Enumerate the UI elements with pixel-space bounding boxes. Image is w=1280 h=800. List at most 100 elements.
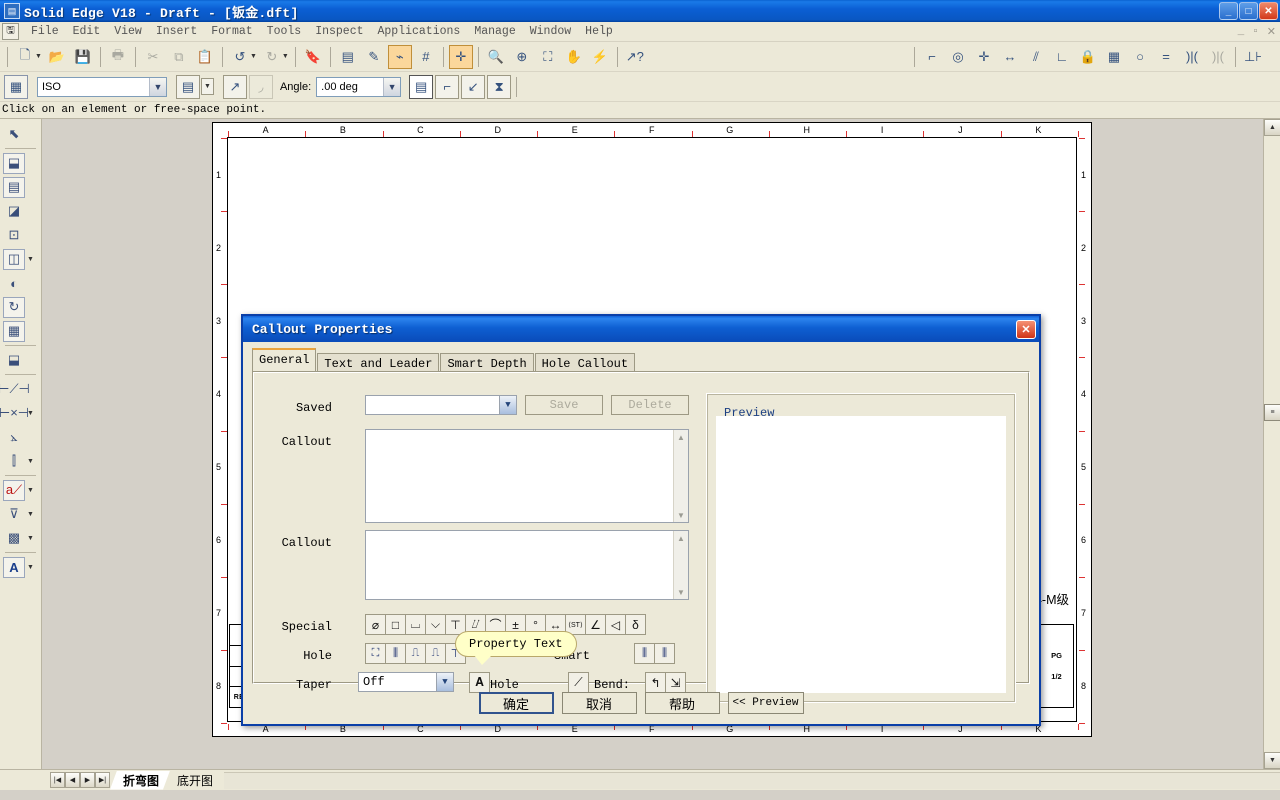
close-button[interactable]: ✕ <box>1259 2 1278 20</box>
vertical-scrollbar[interactable]: ▲ ▼ ≡ <box>1263 119 1280 769</box>
menu-inspect[interactable]: Inspect <box>308 23 370 40</box>
leader-line-icon[interactable]: ↗ <box>222 74 247 99</box>
section-view-icon[interactable]: ◫ <box>3 248 25 270</box>
properties-icon[interactable]: ✎ <box>362 45 386 69</box>
left-tool-part-list[interactable]: ▤ <box>0 175 41 199</box>
tangent-icon[interactable]: ○ <box>1128 45 1152 69</box>
saved-select[interactable]: ▼ <box>365 395 517 415</box>
help-button[interactable]: 帮助 <box>644 692 720 714</box>
doc-close-button[interactable]: ✕ <box>1263 25 1280 39</box>
ok-button[interactable]: 确定 <box>478 692 554 714</box>
angle-between-icon[interactable]: ⦛ <box>3 427 25 448</box>
pan-icon[interactable]: ✋ <box>562 45 586 69</box>
scroll-up-icon[interactable]: ▲ <box>674 531 688 545</box>
hatch-area-icon[interactable]: ◐ <box>3 273 25 294</box>
preview-toggle-button[interactable]: << Preview <box>727 692 804 714</box>
copy-icon[interactable]: ⧉ <box>167 45 191 69</box>
hole-callout-type-2-icon[interactable]: ⫼ <box>385 643 406 664</box>
smart-depth-2-icon[interactable]: ⫼ <box>654 643 675 664</box>
callout-2-text[interactable] <box>366 531 673 599</box>
dim-break-icon[interactable]: ⌐ <box>435 74 460 99</box>
left-tool-text-box[interactable]: A ▼ <box>0 555 41 579</box>
save-icon[interactable]: 💾 <box>71 45 95 69</box>
angle-symbol-icon[interactable]: ∠ <box>585 614 606 635</box>
left-tool-view-layout[interactable]: ⬓ <box>0 348 41 372</box>
part-list-icon[interactable]: ▤ <box>3 176 25 198</box>
chevron-down-icon[interactable]: ▼ <box>27 487 34 494</box>
chevron-down-icon[interactable]: ▼ <box>27 256 34 263</box>
next-sheet-button[interactable]: ▶ <box>80 772 95 788</box>
chevron-down-icon[interactable]: ▼ <box>27 511 34 518</box>
maximize-button[interactable]: □ <box>1239 2 1258 20</box>
update-views-icon[interactable]: ↻ <box>3 296 25 318</box>
alignment-indicator-icon[interactable]: ✛ <box>448 44 473 69</box>
drawing-view-table-icon[interactable]: ▦ <box>3 320 25 342</box>
chevron-down-icon[interactable]: ▼ <box>436 673 453 691</box>
print-icon[interactable]: 🖶 <box>106 45 130 69</box>
zoom-area-icon[interactable]: 🔍 <box>484 45 508 69</box>
menu-file[interactable]: File <box>24 23 66 40</box>
dimension-properties-dropdown-icon[interactable]: ▼ <box>201 78 214 95</box>
new-file-icon[interactable]: 🗋 <box>13 45 37 69</box>
new-file-dropdown-icon[interactable]: ▼ <box>35 53 42 60</box>
help-pointer-icon[interactable]: ↗? <box>623 45 647 69</box>
dimension-properties-icon[interactable]: ▤ <box>176 74 200 99</box>
view-layout-icon[interactable]: ⬓ <box>3 350 25 371</box>
left-tool-update-views[interactable]: ↻ <box>0 295 41 319</box>
text-box-icon[interactable]: A <box>3 556 25 578</box>
corner-relation-icon[interactable]: ⌐ <box>920 45 944 69</box>
hole-slope-icon[interactable]: ⟋ <box>568 672 589 693</box>
angle-input[interactable]: .00 deg ▼ <box>316 76 402 97</box>
left-tool-section-view[interactable]: ◫ ▼ <box>0 247 41 271</box>
select-tool-icon[interactable]: ⌁ <box>387 44 412 69</box>
scroll-down-icon[interactable]: ▼ <box>674 508 688 522</box>
perpendicular-icon[interactable]: ∟ <box>1050 45 1074 69</box>
undo-icon[interactable]: ↺ <box>228 45 252 69</box>
paste-icon[interactable]: 📋 <box>193 45 217 69</box>
grid-icon[interactable]: # <box>414 45 438 69</box>
broken-out-section-icon[interactable]: ◪ <box>3 201 25 222</box>
left-tool-angle-between[interactable]: ⦛ <box>0 425 41 449</box>
detail-view-icon[interactable]: ⊡ <box>3 225 25 246</box>
diameter-symbol-icon[interactable]: ⌀ <box>365 614 386 635</box>
left-tool-detail-view[interactable]: ⊡ <box>0 223 41 247</box>
symmetric-icon[interactable]: )|( <box>1180 45 1204 69</box>
menu-applications[interactable]: Applications <box>371 23 468 40</box>
left-tool-hatch-area[interactable]: ◐ <box>0 271 41 295</box>
dim-symmetric-icon[interactable]: ⧗ <box>487 74 512 99</box>
smart-dimension-icon[interactable]: ⊢⟋⊣ <box>0 379 30 400</box>
left-tool-symmetric-diameter[interactable]: ⫿ ▼ <box>0 449 41 473</box>
delete-button[interactable]: Delete <box>611 395 689 415</box>
style-table-icon[interactable]: ▦ <box>4 74 28 99</box>
concentric-icon[interactable]: ◎ <box>946 45 970 69</box>
menu-view[interactable]: View <box>107 23 149 40</box>
dialog-titlebar[interactable]: Callout Properties ✕ <box>243 316 1039 342</box>
chevron-down-icon[interactable]: ▼ <box>27 458 34 465</box>
rigid-set-icon[interactable]: ▦ <box>1102 45 1126 69</box>
scroll-up-button[interactable]: ▲ <box>1264 119 1280 136</box>
callout-1-text[interactable] <box>366 430 673 522</box>
redo-dropdown-icon[interactable]: ▼ <box>282 53 289 60</box>
hole-callout-type-1-icon[interactable]: ⛶ <box>365 643 386 664</box>
drawing-view-icon[interactable]: ▤ <box>336 45 360 69</box>
hole-callout-type-3-icon[interactable]: ⎍ <box>405 643 426 664</box>
menu-manage[interactable]: Manage <box>467 23 522 40</box>
square-symbol-icon[interactable]: □ <box>385 614 406 635</box>
menu-window[interactable]: Window <box>523 23 578 40</box>
left-tool-drawing-view-table[interactable]: ▦ <box>0 319 41 343</box>
callout-1-textarea[interactable]: ▲ ▼ <box>365 429 689 523</box>
scroll-down-button[interactable]: ▼ <box>1264 752 1280 769</box>
doc-minimize-button[interactable]: _ <box>1234 26 1249 38</box>
save-button[interactable]: Save <box>525 395 603 415</box>
chevron-down-icon[interactable]: ▼ <box>383 77 401 96</box>
chevron-down-icon[interactable]: ▼ <box>27 564 34 571</box>
left-tool-smart-dimension[interactable]: ⊢⟋⊣ <box>0 377 41 401</box>
parallel-icon[interactable]: ⫽ <box>1024 45 1048 69</box>
sheet-tab-1[interactable]: 底开图 <box>164 771 224 790</box>
dim-angle-icon[interactable]: ↙ <box>461 74 486 99</box>
menu-help[interactable]: Help <box>578 23 620 40</box>
feature-control-frame-icon[interactable]: ⊽ <box>3 504 25 525</box>
clear-icon[interactable]: ⚡ <box>588 45 612 69</box>
scroll-up-icon[interactable]: ▲ <box>674 430 688 444</box>
left-tool-distance-between[interactable]: ⊢×⊣ ▼ <box>0 401 41 425</box>
